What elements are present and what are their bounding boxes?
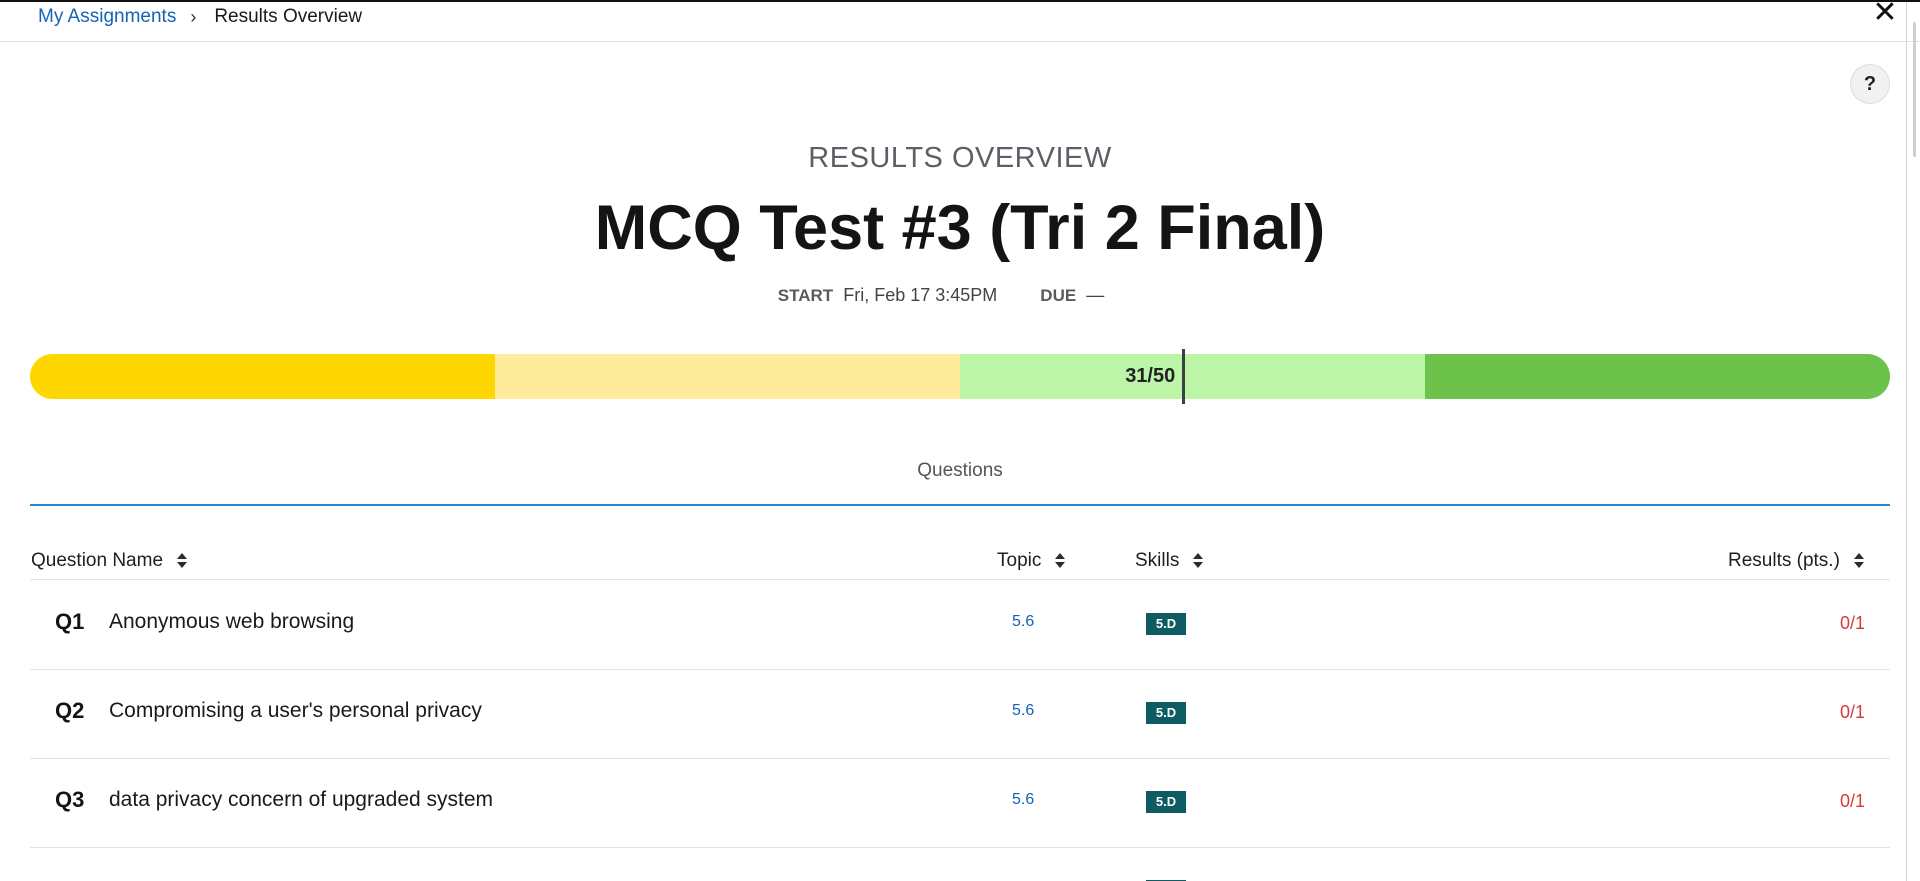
help-button[interactable]: ? (1850, 64, 1890, 104)
topic-link[interactable]: 5.6 (1012, 791, 1034, 809)
sort-icon (1055, 552, 1066, 570)
column-header-label: Skills (1135, 550, 1180, 571)
question-number: Q2 (55, 698, 85, 723)
table-header: Question Name Topic Skills Results (pts.… (30, 547, 1890, 580)
due-value: — (1086, 285, 1105, 305)
column-header-question-name[interactable]: Question Name (31, 550, 188, 572)
scrollbar[interactable] (1913, 22, 1916, 157)
top-bar: My Assignments › Results Overview ✕ (0, 0, 1920, 42)
sort-icon (1853, 552, 1864, 570)
question-name: Compromising a user's personal privacy (109, 699, 482, 722)
column-header-skills[interactable]: Skills (1135, 550, 1204, 572)
question-result: 0/1 (1839, 791, 1865, 811)
column-header-label: Topic (997, 550, 1042, 571)
skill-badge: 5.D (1146, 613, 1186, 635)
results-overview-page: My Assignments › Results Overview ✕ ? RE… (0, 0, 1920, 881)
table-row[interactable] (30, 848, 1890, 881)
question-number: Q3 (55, 787, 85, 812)
table-row[interactable]: Q3 data privacy concern of upgraded syst… (30, 759, 1890, 848)
column-header-results[interactable]: Results (pts.) (1728, 550, 1864, 572)
question-result: 0/1 (1839, 613, 1865, 633)
score-band-4 (1425, 354, 1890, 399)
panel-divider (1906, 2, 1907, 881)
page-title: MCQ Test #3 (Tri 2 Final) (594, 193, 1326, 263)
column-header-label: Results (pts.) (1728, 550, 1840, 571)
score-label: 31/50 (1125, 365, 1176, 387)
table-row[interactable]: Q2 Compromising a user's personal privac… (30, 670, 1890, 759)
page-overline: RESULTS OVERVIEW (808, 142, 1112, 174)
skill-badge: 5.D (1146, 791, 1186, 813)
tab-underline (30, 504, 1890, 506)
table-row[interactable]: Q1 Anonymous web browsing 5.6 5.D 0/1 (30, 581, 1890, 670)
question-number: Q1 (55, 609, 85, 634)
close-icon[interactable]: ✕ (1868, 0, 1902, 30)
tab-questions[interactable]: Questions (0, 460, 1920, 482)
question-name: data privacy concern of upgraded system (109, 788, 494, 811)
column-header-topic[interactable]: Topic (997, 550, 1066, 572)
score-band-1 (30, 354, 495, 399)
score-band-3 (960, 354, 1425, 399)
start-value: Fri, Feb 17 3:45PM (843, 285, 998, 305)
score-marker (1182, 349, 1186, 404)
breadcrumb-current: Results Overview (214, 6, 363, 27)
start-label: START (777, 286, 834, 305)
score-band-2 (495, 354, 960, 399)
question-result: 0/1 (1839, 702, 1865, 722)
score-progress-bar (30, 354, 1890, 399)
assignment-dates: START Fri, Feb 17 3:45PM DUE — (0, 285, 1920, 306)
topic-link[interactable]: 5.6 (1012, 613, 1034, 631)
question-name: Anonymous web browsing (109, 610, 355, 633)
due-label: DUE (1040, 286, 1077, 305)
sort-icon (177, 552, 188, 570)
sort-icon (1193, 552, 1204, 570)
skill-badge: 5.D (1146, 702, 1186, 724)
chevron-right-icon: › (190, 6, 197, 27)
breadcrumb-link-my-assignments[interactable]: My Assignments (38, 6, 176, 28)
column-header-label: Question Name (31, 550, 164, 571)
breadcrumb: My Assignments › Results Overview (38, 6, 362, 28)
topic-link[interactable]: 5.6 (1012, 702, 1034, 720)
